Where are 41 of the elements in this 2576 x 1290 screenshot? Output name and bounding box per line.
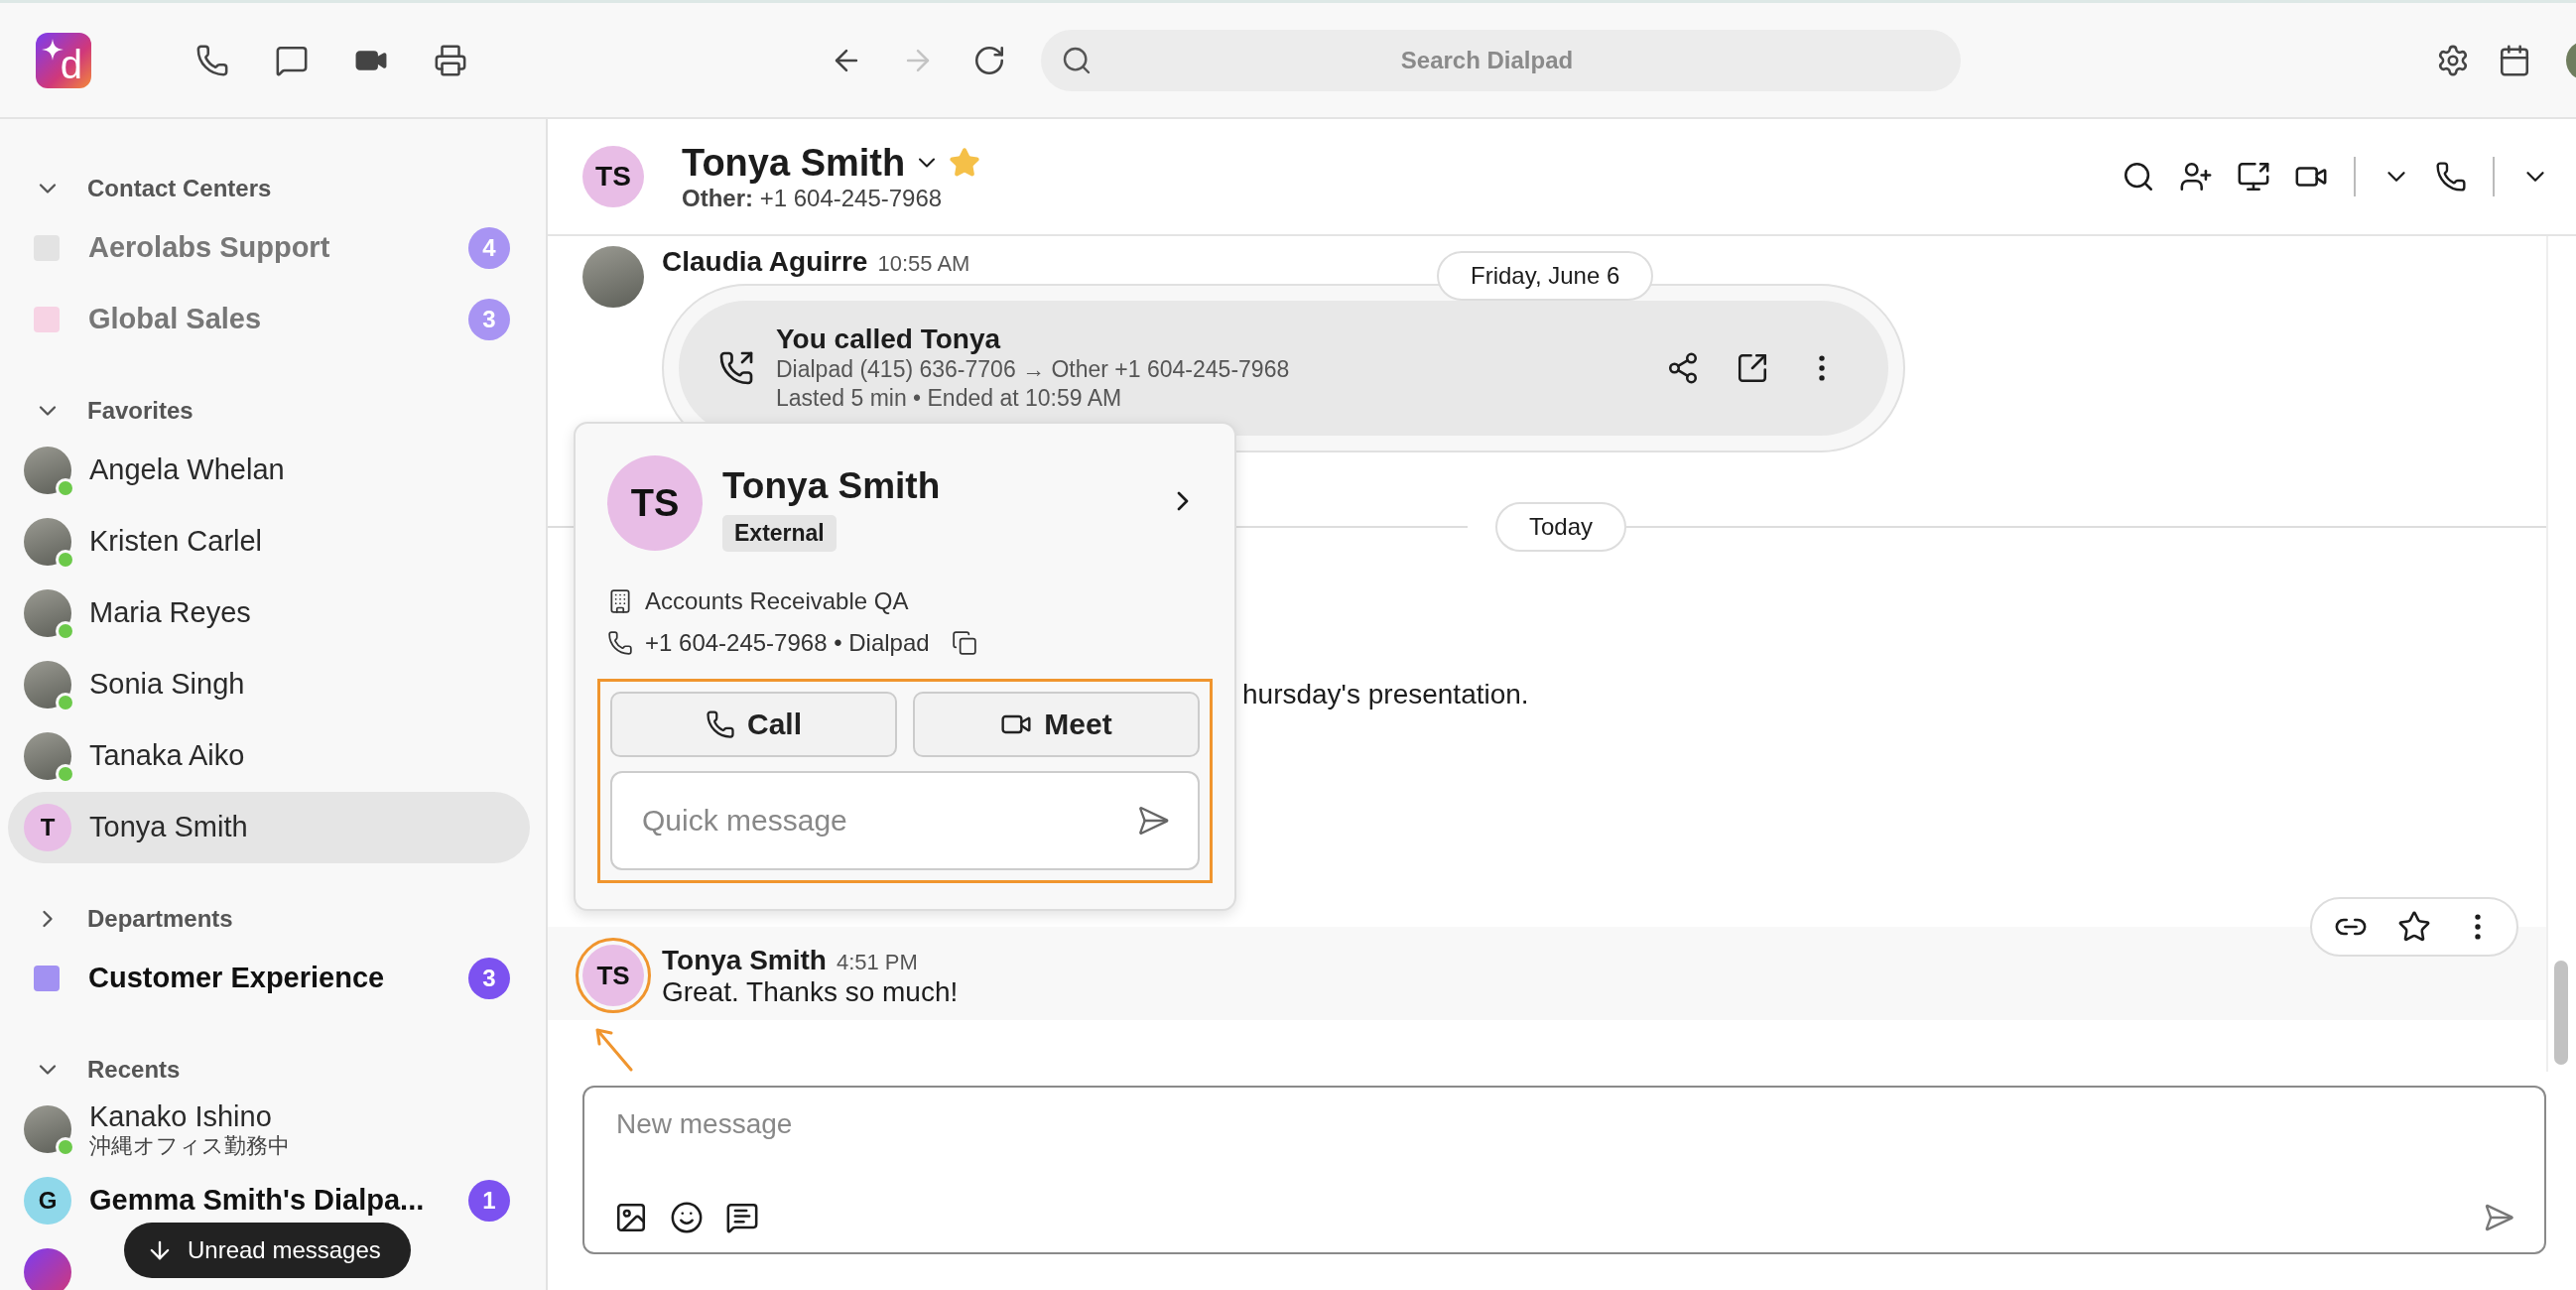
- author-name: Claudia Aguirre: [662, 246, 868, 278]
- avatar: TS: [607, 455, 703, 551]
- message-time: 4:51 PM: [836, 950, 918, 975]
- item-label: Kristen Carlel: [89, 525, 264, 559]
- section-title: Favorites: [87, 397, 193, 425]
- date-label: Friday, June 6: [1437, 251, 1654, 301]
- avatar: G: [24, 1177, 71, 1225]
- item-label: Angela Whelan: [89, 453, 286, 487]
- author-name: Tonya Smith: [662, 945, 827, 976]
- unread-count: 4: [468, 227, 510, 269]
- message-text: Great. Thanks so much!: [662, 976, 959, 1008]
- call-title: You called Tonya: [776, 323, 1002, 356]
- item-label: Sonia Singh: [89, 668, 246, 702]
- avatar: TS: [582, 945, 644, 1006]
- contact-avatar: TS: [582, 146, 644, 207]
- contact-phone: Other: +1 604-245-7968: [682, 184, 944, 212]
- avatar: T: [24, 804, 71, 851]
- section-title: Recents: [87, 1056, 181, 1084]
- item-label: Global Sales: [88, 303, 263, 336]
- unread-count: 3: [468, 958, 510, 999]
- item-label: Maria Reyes: [89, 596, 252, 630]
- item-label: Gemma Smith's Dialpa...: [89, 1184, 426, 1218]
- status-text: 沖縄オフィス勤務中: [89, 1133, 291, 1159]
- message-text: hursday's presentation.: [1242, 679, 1529, 710]
- item-label: Kanako Ishino: [89, 1099, 273, 1133]
- contact-name: Tonya Smith: [722, 465, 941, 507]
- tag: External: [722, 515, 837, 552]
- call-meta: Lasted 5 min • Ended at 10:59 AM: [776, 384, 1123, 413]
- unread-count: 3: [468, 299, 510, 340]
- item-label: Customer Experience: [88, 962, 386, 995]
- section-title: Contact Centers: [87, 175, 272, 202]
- item-label: Aerolabs Support: [88, 231, 331, 265]
- message-time: 10:55 AM: [877, 251, 970, 277]
- section-title: Departments: [87, 905, 233, 933]
- call-detail: Dialpad (415) 636-7706 → Other +1 604-245-7968: [776, 355, 1290, 384]
- item-label: Tonya Smith: [89, 811, 249, 844]
- item-label: Tanaka Aiko: [89, 739, 246, 773]
- date-label: Today: [1495, 502, 1627, 552]
- unread-count: 1: [468, 1180, 510, 1222]
- phone-number: +1 604-245-7968 • Dialpad: [645, 629, 930, 657]
- company-name: Accounts Receivable QA: [645, 587, 909, 615]
